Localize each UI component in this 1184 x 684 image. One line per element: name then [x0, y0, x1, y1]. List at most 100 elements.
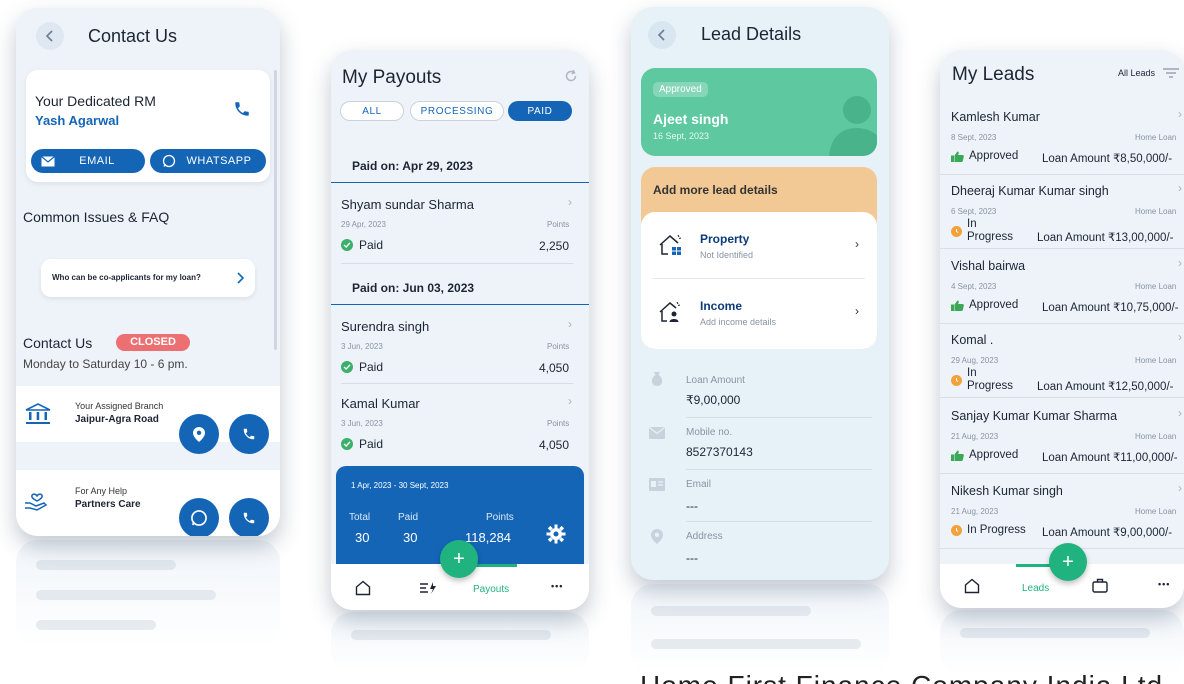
chevron-right-icon: ›: [855, 237, 859, 251]
tab-all[interactable]: ALL: [340, 101, 404, 121]
summary-range: 1 Apr, 2023 - 30 Sept, 2023: [351, 481, 449, 490]
lead-date: 4 Sept, 2023: [951, 282, 997, 291]
chevron-right-icon: ›: [1178, 107, 1182, 121]
location-pin-icon: [193, 426, 205, 442]
gear-icon[interactable]: [546, 524, 566, 544]
faq-title: Common Issues & FAQ: [23, 209, 170, 225]
thumbs-up-icon: [951, 151, 964, 162]
chevron-left-icon: [45, 30, 53, 42]
chevron-right-icon: ›: [1178, 481, 1182, 495]
rm-card: Your Dedicated RM Yash Agarwal EMAIL WHA…: [26, 70, 270, 182]
payout-name: Kamal Kumar: [341, 396, 420, 411]
my-payouts-screen: My Payouts ALL PROCESSING PAID Paid on: …: [331, 50, 589, 610]
lead-status: In Progress: [951, 524, 1026, 536]
income-title: Income: [700, 299, 743, 313]
lead-item[interactable]: Dheeraj Kumar Kumar singh › 6 Sept, 2023 Ho…: [940, 175, 1184, 249]
check-circle-icon: [341, 239, 353, 251]
income-item[interactable]: Income Add income details ›: [641, 278, 877, 348]
add-fab-button[interactable]: +: [440, 540, 478, 578]
filter-icon: [1163, 68, 1180, 78]
lead-item[interactable]: Komal . › 29 Aug, 2023 Home Loan In Progress…: [940, 324, 1184, 398]
nav-payouts[interactable]: Payouts: [473, 584, 509, 595]
email-label: EMAIL: [79, 155, 115, 167]
address-field: Address ---: [641, 525, 877, 577]
lead-item[interactable]: Vishal bairwa › 4 Sept, 2023 Home Loan Appro…: [940, 250, 1184, 324]
chevron-right-icon: ›: [568, 394, 572, 408]
payout-item[interactable]: Surendra singh › 3 Jun, 2023 Points Paid…: [331, 304, 589, 384]
chevron-right-icon: ›: [1178, 330, 1182, 344]
help-call-button[interactable]: [229, 498, 269, 536]
page-title: Contact Us: [88, 26, 178, 46]
help-label: For Any Help: [75, 486, 128, 496]
tab-processing[interactable]: PROCESSING: [410, 101, 504, 121]
lead-date: 6 Sept, 2023: [951, 207, 997, 216]
page-title: My Payouts: [342, 67, 442, 88]
field-label: Address: [686, 531, 723, 542]
field-label: Mobile no.: [686, 427, 733, 438]
add-fab-button[interactable]: +: [1049, 543, 1087, 581]
loan-type: Home Loan: [1135, 432, 1177, 441]
contact-us-screen: Contact Us Your Dedicated RM Yash Agarwa…: [16, 8, 280, 536]
add-more-section: Add more lead details Property Not Ident…: [641, 167, 877, 349]
payout-item[interactable]: Kamal Kumar › 3 Jun, 2023 Points Paid 4,…: [331, 384, 589, 462]
home-icon[interactable]: [355, 580, 371, 596]
lead-date: 16 Sept, 2023: [653, 131, 710, 141]
branch-call-button[interactable]: [229, 414, 269, 454]
branch-location-button[interactable]: [179, 414, 219, 454]
faq-item[interactable]: Who can be co-applicants for my loan?: [41, 259, 255, 297]
back-button[interactable]: [648, 21, 676, 49]
help-whatsapp-button[interactable]: [179, 498, 219, 536]
field-label: Loan Amount: [686, 375, 745, 386]
lead-date: 8 Sept, 2023: [951, 133, 997, 142]
total-label: Total: [349, 512, 371, 523]
divider: [686, 469, 872, 470]
field-value: ---: [686, 551, 698, 565]
tab-paid[interactable]: PAID: [508, 101, 572, 121]
more-icon[interactable]: •••: [1158, 579, 1170, 589]
lead-item[interactable]: Sanjay Kumar Kumar Sharma › 21 Aug, 2023 Ho…: [940, 400, 1184, 474]
total-value: 30: [355, 530, 370, 545]
paid-status: Paid: [341, 437, 383, 451]
status-text: Paid: [359, 238, 384, 252]
nav-leads[interactable]: Leads: [1022, 583, 1049, 594]
lead-name: Ajeet singh: [653, 111, 729, 127]
filter-dropdown[interactable]: All Leads: [1118, 68, 1180, 78]
property-item[interactable]: Property Not Identified ›: [641, 212, 877, 279]
lead-name: Vishal bairwa: [951, 259, 1026, 273]
more-icon[interactable]: •••: [551, 581, 563, 591]
list-flash-icon[interactable]: [419, 581, 437, 595]
property-title: Property: [700, 232, 750, 246]
payout-name: Surendra singh: [341, 319, 430, 334]
briefcase-icon[interactable]: [1092, 578, 1108, 593]
income-sub: Add income details: [700, 317, 777, 327]
phone-reflection: [940, 610, 1184, 674]
check-circle-icon: [341, 361, 353, 373]
mobile-field: Mobile no. 8527370143: [641, 421, 877, 473]
refresh-icon[interactable]: [564, 69, 578, 83]
email-button[interactable]: EMAIL: [31, 149, 145, 173]
branch-name: Jaipur-Agra Road: [75, 414, 159, 425]
home-icon[interactable]: [964, 578, 980, 594]
loan-amount: Loan Amount ₹8,50,000/-: [1042, 153, 1173, 165]
phone-reflection: [631, 584, 889, 674]
back-button[interactable]: [36, 22, 64, 50]
chevron-right-icon: ›: [568, 195, 572, 209]
lead-name: Nikesh Kumar singh: [951, 484, 1063, 498]
scrollbar[interactable]: [274, 70, 277, 350]
loan-amount: Loan Amount ₹13,00,000/-: [1037, 232, 1174, 244]
payout-item[interactable]: Shyam sundar Sharma › 29 Apr, 2023 Point…: [331, 182, 589, 264]
status-text: In Progress: [967, 367, 1014, 392]
chevron-right-icon: ›: [1178, 256, 1182, 270]
add-more-title: Add more lead details: [653, 183, 778, 197]
lead-date: 29 Aug, 2023: [951, 356, 999, 365]
house-person-icon: [659, 301, 681, 322]
email-field: Email ---: [641, 473, 877, 525]
status-text: Approved: [969, 299, 1019, 311]
lead-item[interactable]: Nikesh Kumar singh › 21 Aug, 2023 Home Loan…: [940, 475, 1184, 549]
whatsapp-button[interactable]: WHATSAPP: [150, 149, 266, 173]
status-text: Approved: [969, 150, 1019, 162]
add-more-list: Property Not Identified › Income Add inc…: [641, 212, 877, 349]
call-rm-button[interactable]: [231, 98, 253, 120]
lead-status-card: Approved Ajeet singh 16 Sept, 2023: [641, 68, 877, 156]
lead-item[interactable]: Kamlesh Kumar › 8 Sept, 2023 Home Loan Appro…: [940, 101, 1184, 175]
